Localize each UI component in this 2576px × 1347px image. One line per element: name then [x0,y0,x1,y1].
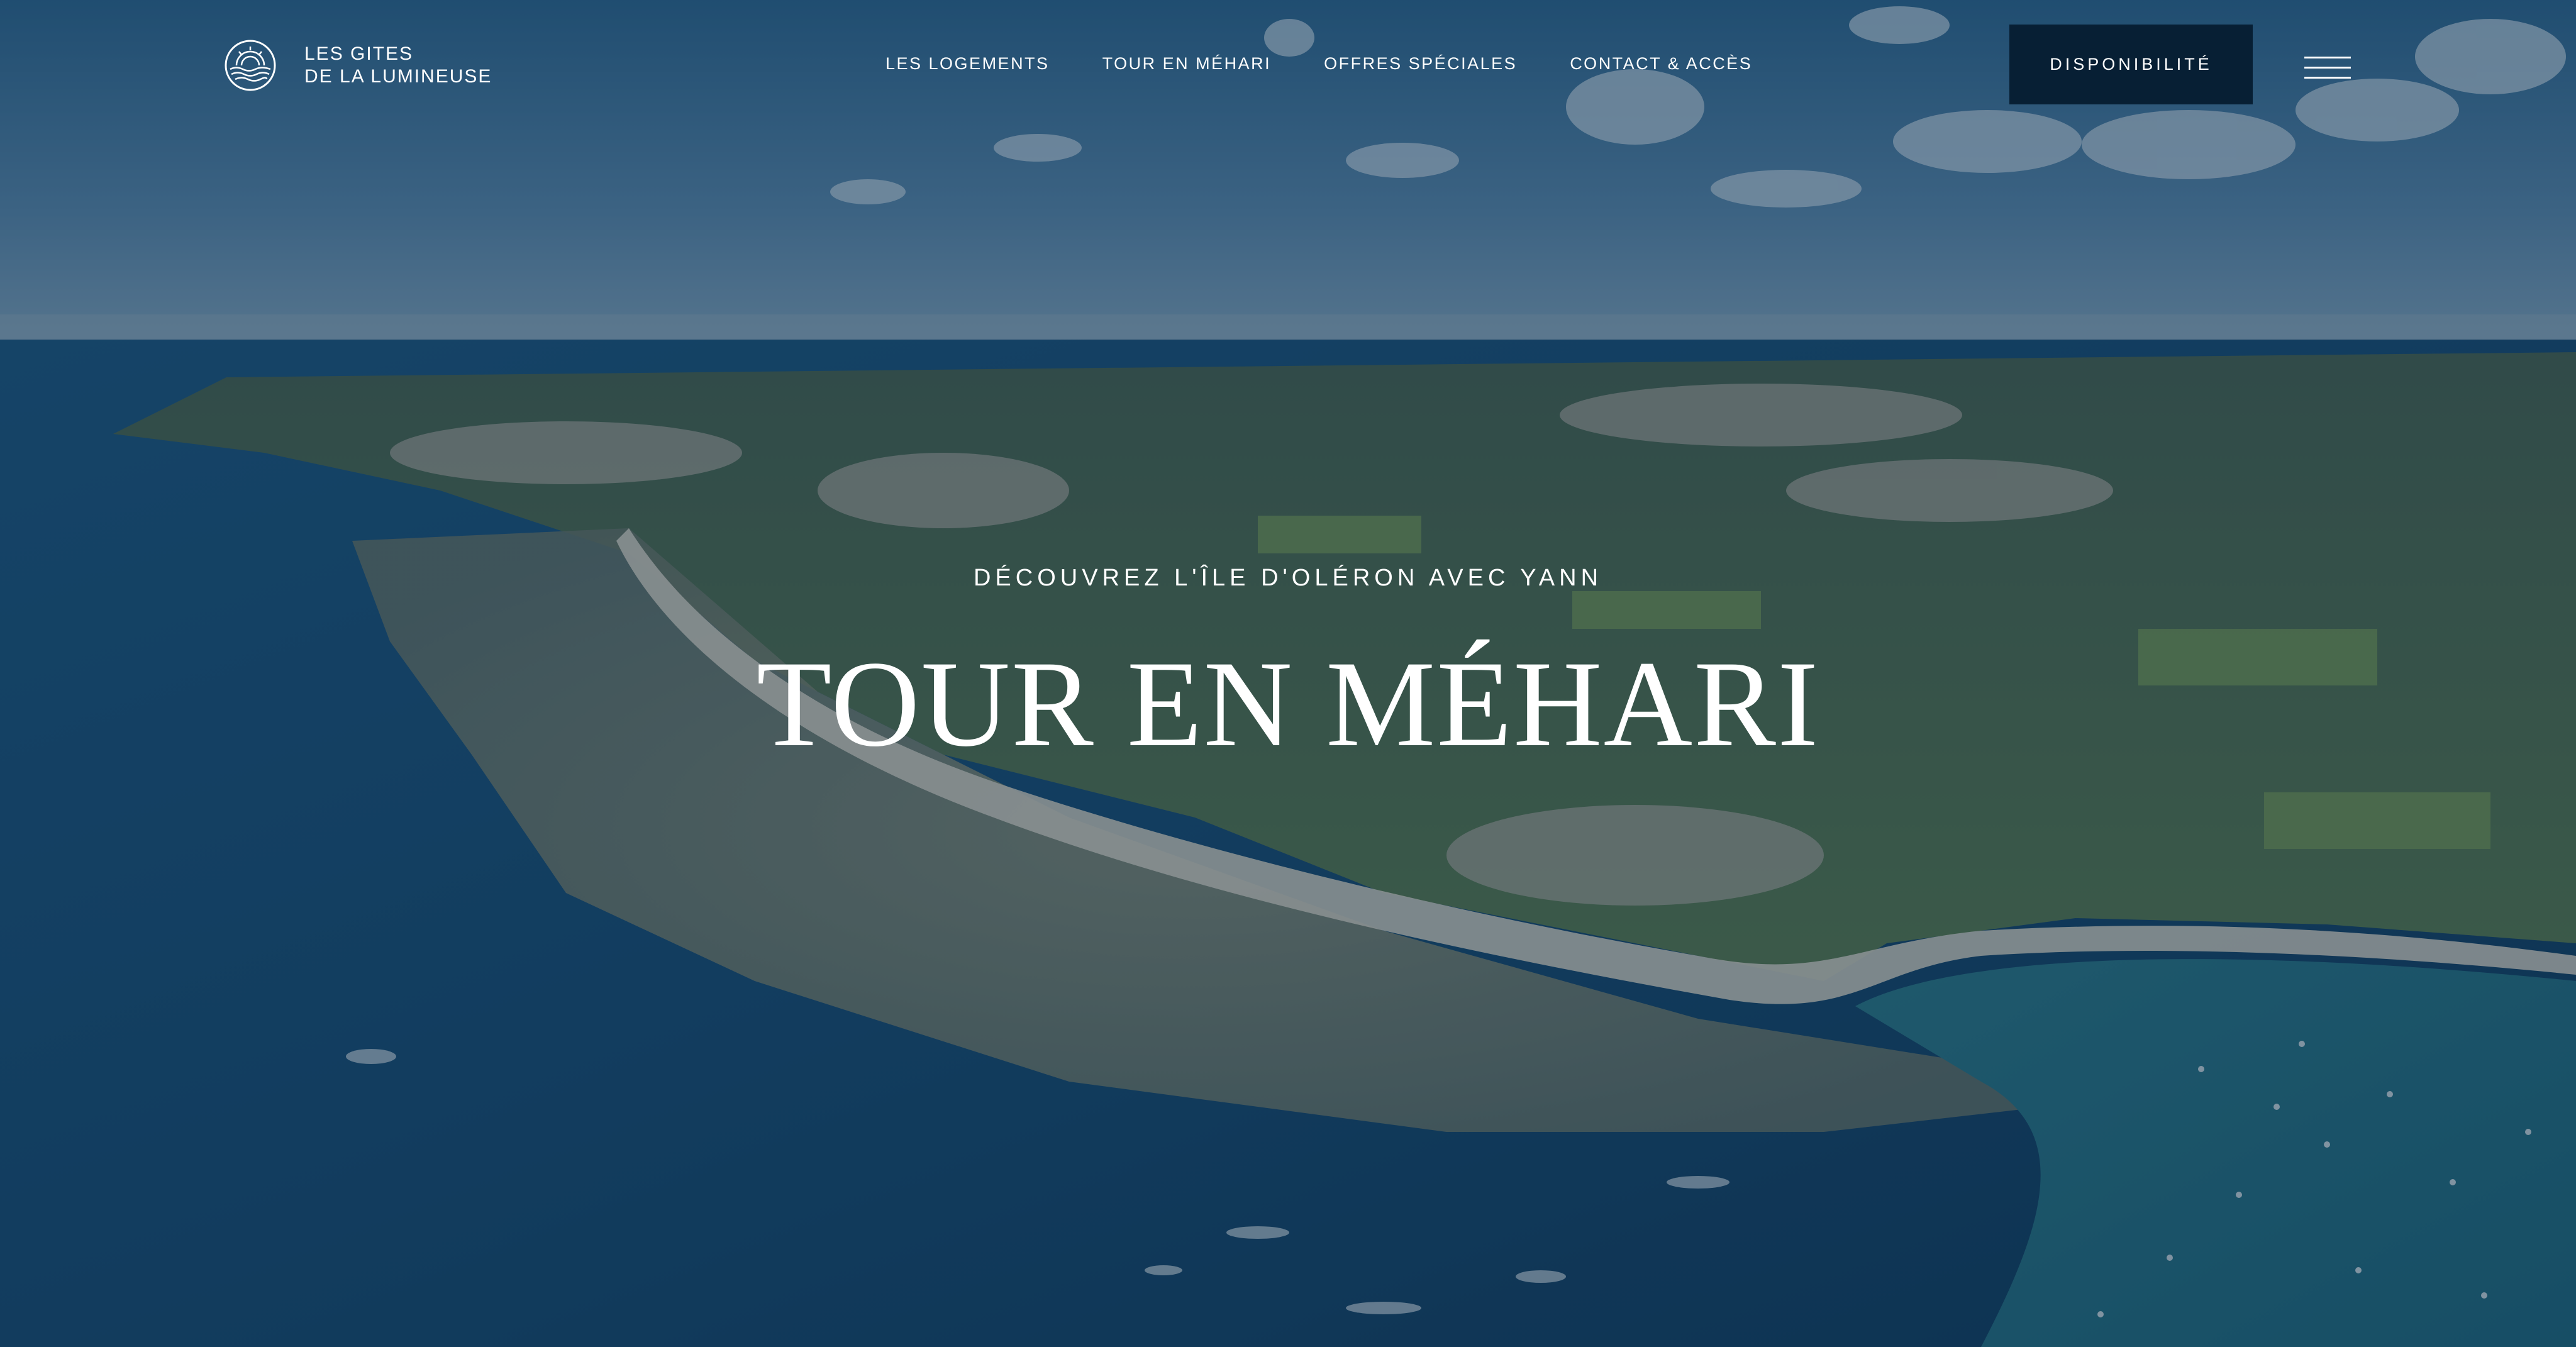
nav-item-les-logements[interactable]: LES LOGEMENTS [886,54,1050,74]
site-logo-text: LES GITES DE LA LUMINEUSE [304,43,492,88]
site-header: LES GITES DE LA LUMINEUSE LES LOGEMENTS … [0,0,2576,132]
nav-item-tour-en-mehari[interactable]: TOUR EN MÉHARI [1102,54,1272,74]
disponibilite-button[interactable]: DISPONIBILITÉ [2009,25,2253,104]
menu-bar-bottom [2304,77,2351,79]
hero-title: TOUR EN MÉHARI [756,636,1820,772]
hamburger-menu-icon[interactable] [2304,57,2351,82]
main-nav: LES LOGEMENTS TOUR EN MÉHARI OFFRES SPÉC… [886,54,1752,74]
sun-over-waves-icon [225,40,276,91]
hero-eyebrow: DÉCOUVREZ L'ÎLE D'OLÉRON AVEC YANN [973,565,1603,591]
nav-item-contact-acces[interactable]: CONTACT & ACCÈS [1570,54,1752,74]
menu-bar-middle [2304,67,2351,69]
nav-item-offres-speciales[interactable]: OFFRES SPÉCIALES [1324,54,1517,74]
logo-line-2: DE LA LUMINEUSE [304,66,492,87]
menu-bar-top [2304,57,2351,58]
logo-line-1: LES GITES [304,43,414,64]
page: LES GITES DE LA LUMINEUSE LES LOGEMENTS … [0,0,2576,1347]
site-logo[interactable]: LES GITES DE LA LUMINEUSE [224,39,492,92]
